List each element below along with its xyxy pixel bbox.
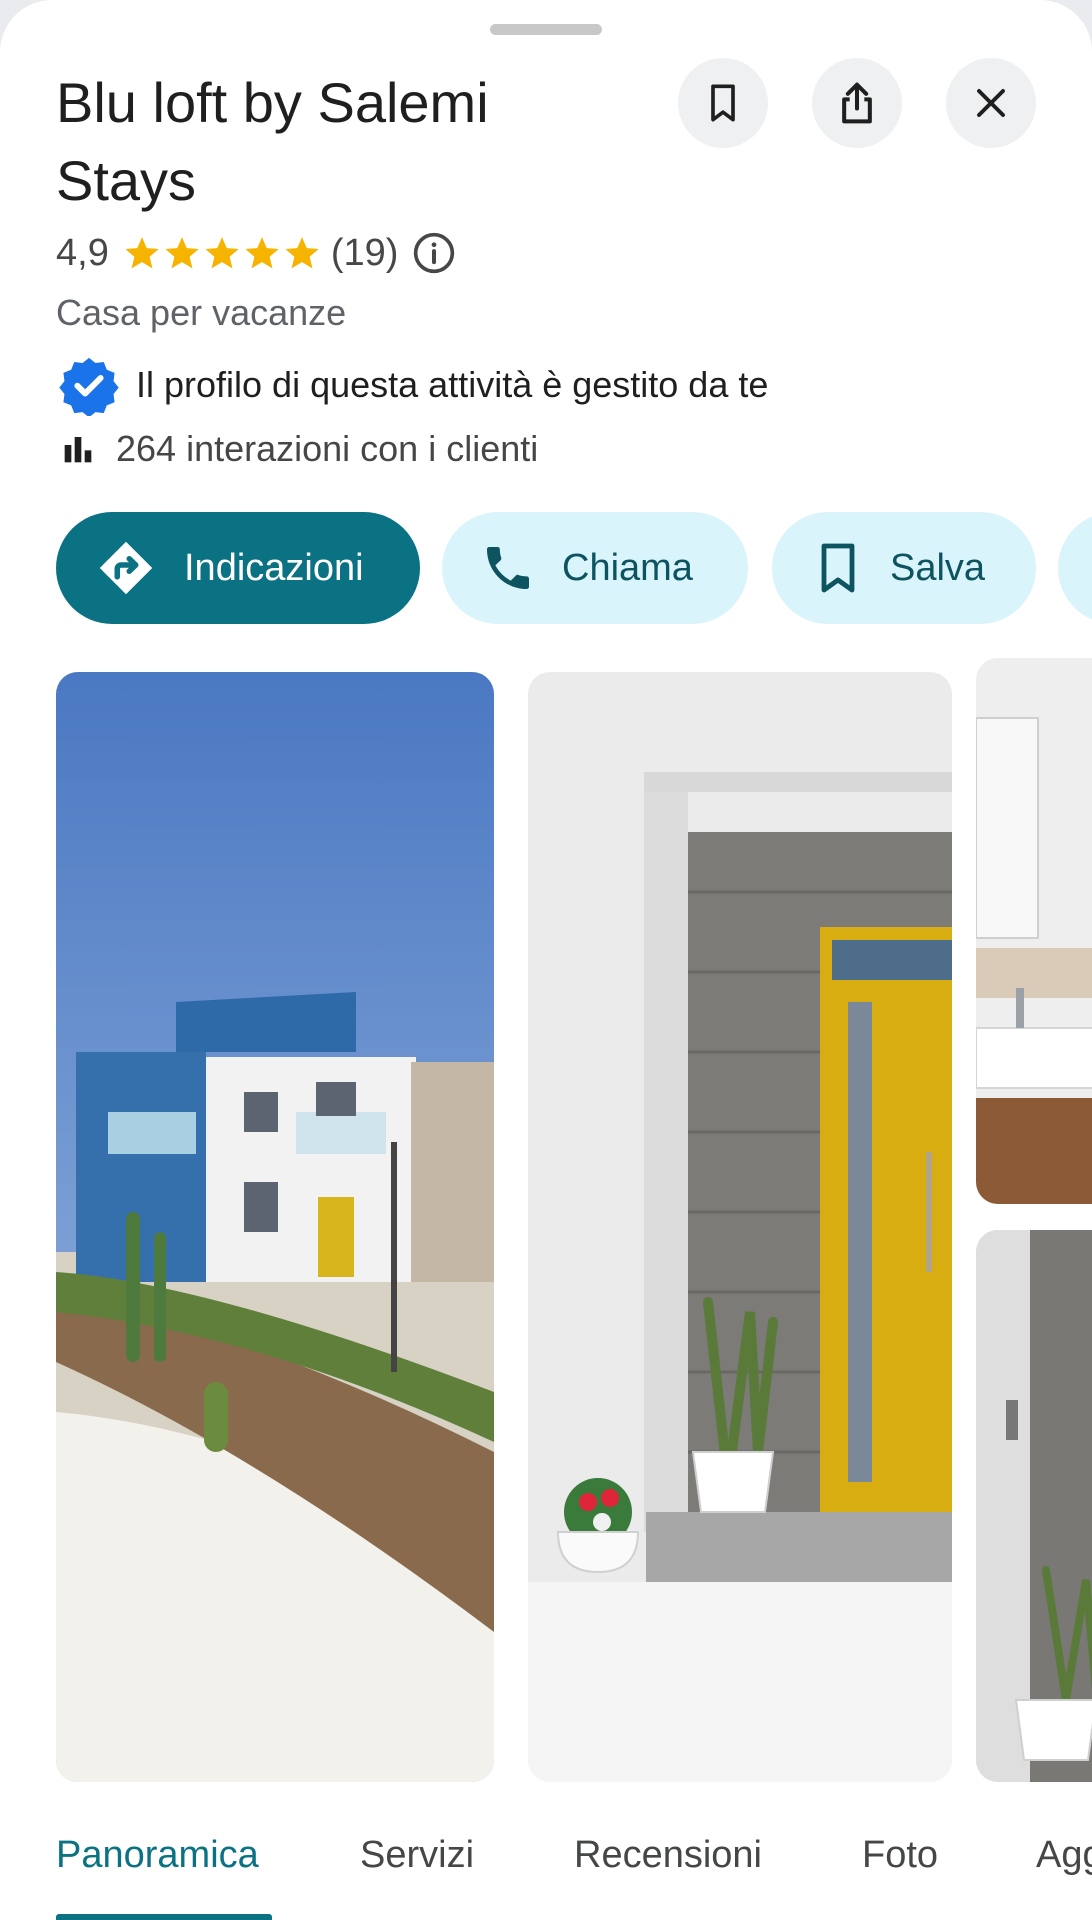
close-button[interactable] — [946, 58, 1036, 148]
place-title: Blu loft by Salemi Stays — [56, 71, 489, 212]
interactions-text: 264 interazioni con i clienti — [116, 428, 539, 469]
call-button[interactable]: Chiama — [442, 512, 748, 624]
tab-updates[interactable]: Agg — [1036, 1834, 1092, 1877]
more-actions-chip[interactable] — [1058, 512, 1092, 624]
tab-services[interactable]: Servizi — [360, 1834, 474, 1877]
close-icon — [977, 89, 1005, 117]
directions-label: Indicazioni — [184, 546, 364, 589]
directions-icon — [99, 541, 153, 595]
verified-badge-icon — [59, 357, 119, 416]
rating-row[interactable]: 4,9 (19) — [56, 228, 456, 278]
plant-image — [976, 1230, 1092, 1782]
info-icon[interactable] — [412, 231, 456, 275]
photo-plant[interactable] — [976, 1230, 1092, 1782]
star-icon — [285, 237, 319, 269]
photo-gallery — [0, 658, 1092, 1782]
entrance-image — [528, 672, 952, 1782]
star-icon — [205, 237, 239, 269]
active-tab-indicator — [56, 1914, 272, 1920]
share-button[interactable] — [812, 58, 902, 148]
phone-icon — [487, 547, 529, 589]
bookmark-icon — [821, 543, 855, 593]
drag-handle[interactable] — [490, 24, 602, 35]
place-sheet: Blu loft by Salemi Stays 4,9 (19) Casa p… — [0, 0, 1092, 1920]
photo-entrance[interactable] — [528, 672, 952, 1782]
rating-value: 4,9 — [56, 231, 109, 274]
tab-photos[interactable]: Foto — [862, 1834, 938, 1877]
save-label: Salva — [890, 546, 986, 589]
star-icon — [125, 237, 159, 269]
photo-exterior[interactable] — [56, 672, 494, 1782]
review-count: (19) — [330, 231, 399, 274]
share-icon — [842, 82, 872, 124]
managed-profile-notice: Il profilo di questa attività è gestito … — [58, 354, 768, 416]
exterior-image — [56, 672, 494, 1782]
photo-bathroom[interactable] — [976, 658, 1092, 1204]
tab-reviews[interactable]: Recensioni — [574, 1834, 762, 1877]
star-icon — [245, 237, 279, 269]
customer-interactions: 264 interazioni con i clienti — [62, 428, 538, 470]
star-icon — [165, 237, 199, 269]
bar-chart-icon — [64, 437, 92, 463]
directions-button[interactable]: Indicazioni — [56, 512, 420, 624]
bookmark-button[interactable] — [678, 58, 768, 148]
save-button[interactable]: Salva — [772, 512, 1036, 624]
bathroom-image — [976, 658, 1092, 1204]
bookmark-icon — [711, 84, 735, 122]
call-label: Chiama — [562, 546, 693, 589]
managed-text: Il profilo di questa attività è gestito … — [136, 364, 769, 405]
tab-bar: Panoramica Servizi Recensioni Foto Agg — [0, 1820, 1092, 1920]
place-category: Casa per vacanze — [56, 292, 347, 333]
tab-overview[interactable]: Panoramica — [56, 1834, 259, 1877]
star-rating — [123, 234, 323, 272]
